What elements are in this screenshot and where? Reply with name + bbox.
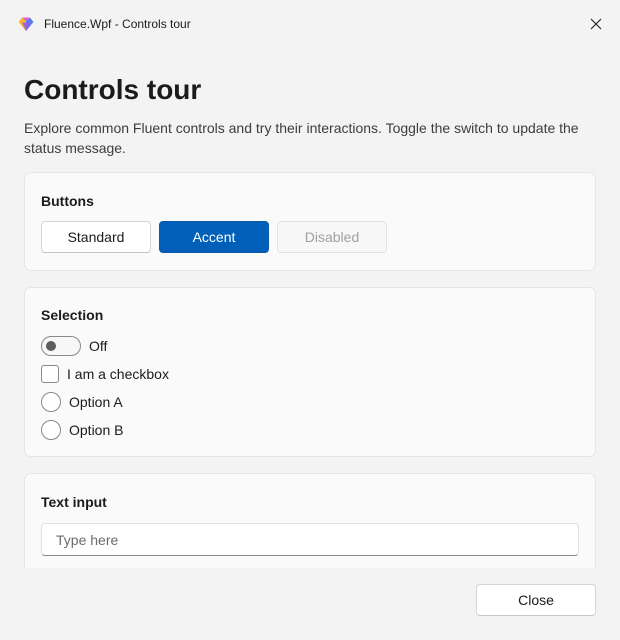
- radio-option-b[interactable]: Option B: [41, 420, 123, 440]
- footer-bar: Close: [0, 568, 620, 640]
- checkbox[interactable]: I am a checkbox: [41, 365, 169, 383]
- radio-circle-a[interactable]: [41, 392, 61, 412]
- checkbox-box[interactable]: [41, 365, 59, 383]
- standard-button[interactable]: Standard: [41, 221, 151, 253]
- text-input-card: Text input: [24, 473, 596, 568]
- app-window: Fluence.Wpf - Controls tour Controls tou…: [0, 0, 620, 640]
- window-title: Fluence.Wpf - Controls tour: [44, 17, 191, 31]
- text-input-card-title: Text input: [41, 494, 107, 510]
- radio-option-a-label: Option A: [69, 394, 123, 410]
- selection-card: Selection Off I am a checkbox Option A O…: [24, 287, 596, 457]
- toggle-switch[interactable]: Off: [41, 336, 107, 356]
- toggle-knob: [46, 341, 56, 351]
- buttons-card-title: Buttons: [41, 193, 94, 209]
- accent-button[interactable]: Accent: [159, 221, 269, 253]
- radio-circle-b[interactable]: [41, 420, 61, 440]
- window-close-button[interactable]: [584, 12, 608, 36]
- text-input-field[interactable]: [41, 523, 579, 556]
- radio-option-b-label: Option B: [69, 422, 124, 438]
- buttons-card: Buttons Standard Accent Disabled: [24, 172, 596, 271]
- selection-card-title: Selection: [41, 307, 104, 323]
- checkbox-label: I am a checkbox: [67, 366, 169, 382]
- close-icon: [590, 18, 602, 30]
- close-button[interactable]: Close: [476, 584, 596, 616]
- page-description: Explore common Fluent controls and try t…: [24, 120, 579, 156]
- radio-option-a[interactable]: Option A: [41, 392, 123, 412]
- toggle-track[interactable]: [41, 336, 81, 356]
- disabled-button: Disabled: [277, 221, 387, 253]
- page-title: Controls tour: [24, 74, 202, 105]
- fluence-app-logo-icon: [18, 17, 34, 31]
- toggle-state-label: Off: [89, 338, 108, 354]
- scroll-content[interactable]: Controls tour Explore common Fluent cont…: [0, 48, 620, 568]
- title-bar: Fluence.Wpf - Controls tour: [0, 0, 620, 48]
